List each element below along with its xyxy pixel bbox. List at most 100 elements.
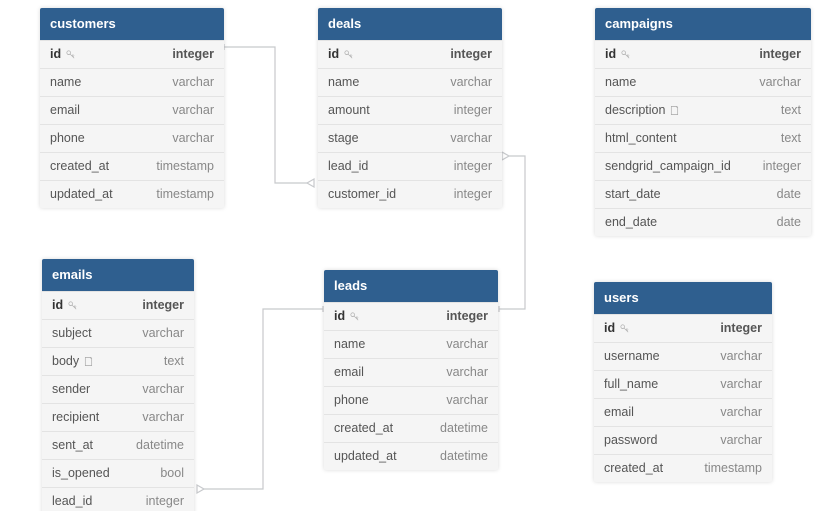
column-name-text: id	[334, 309, 345, 324]
column-type: varchar	[720, 349, 762, 364]
column-row[interactable]: password varchar	[594, 426, 772, 454]
column-row[interactable]: html_content text	[595, 124, 811, 152]
column-row[interactable]: sendervarchar	[42, 375, 194, 403]
table-header-campaigns[interactable]: campaigns	[595, 8, 811, 40]
column-row[interactable]: created_attimestamp	[40, 152, 224, 180]
column-name-text: id	[50, 47, 61, 62]
column-row[interactable]: namevarchar	[595, 68, 811, 96]
note-icon	[83, 356, 94, 367]
column-type: integer	[454, 187, 492, 202]
column-row[interactable]: id integer	[42, 291, 194, 319]
column-name-text: password	[604, 433, 658, 448]
column-row[interactable]: id integer	[40, 40, 224, 68]
column-row[interactable]: end_datedate	[595, 208, 811, 236]
column-type: text	[164, 354, 184, 369]
column-row[interactable]: stagevarchar	[318, 124, 502, 152]
column-name: name	[50, 75, 81, 90]
column-row[interactable]: name varchar	[40, 68, 224, 96]
column-row[interactable]: recipientvarchar	[42, 403, 194, 431]
table-header-deals[interactable]: deals	[318, 8, 502, 40]
column-type: timestamp	[704, 461, 762, 476]
column-row[interactable]: idinteger	[594, 314, 772, 342]
column-type: varchar	[720, 433, 762, 448]
column-row[interactable]: is_openedbool	[42, 459, 194, 487]
column-name-text: customer_id	[328, 187, 396, 202]
column-name-text: updated_at	[50, 187, 113, 202]
column-name-text: username	[604, 349, 660, 364]
column-row[interactable]: emailvarchar	[324, 358, 498, 386]
column-row[interactable]: descriptiontext	[595, 96, 811, 124]
column-name: id	[52, 298, 78, 313]
column-type: integer	[454, 159, 492, 174]
column-row[interactable]: phonevarchar	[40, 124, 224, 152]
column-name-text: description	[605, 103, 665, 118]
column-row[interactable]: idinteger	[595, 40, 811, 68]
column-type: integer	[454, 103, 492, 118]
column-row[interactable]: created_atdatetime	[324, 414, 498, 442]
column-row[interactable]: username varchar	[594, 342, 772, 370]
table-header-emails[interactable]: emails	[42, 259, 194, 291]
column-name: id	[334, 309, 360, 324]
table-header-customers[interactable]: customers	[40, 8, 224, 40]
column-name: email	[334, 365, 364, 380]
column-type: text	[781, 131, 801, 146]
table-header-users[interactable]: users	[594, 282, 772, 314]
column-name: recipient	[52, 410, 99, 425]
column-row[interactable]: lead_idinteger	[42, 487, 194, 511]
column-row[interactable]: full_namevarchar	[594, 370, 772, 398]
column-name-text: created_at	[604, 461, 663, 476]
column-type: integer	[172, 47, 214, 62]
column-row[interactable]: bodytext	[42, 347, 194, 375]
column-name-text: name	[334, 337, 365, 352]
column-row[interactable]: namevarchar	[318, 68, 502, 96]
column-type: datetime	[440, 449, 488, 464]
key-icon	[349, 311, 360, 322]
table-campaigns[interactable]: campaignsidintegernamevarchardescription…	[595, 8, 811, 236]
table-users[interactable]: usersidinteger username varchar full_nameva…	[594, 282, 772, 482]
column-name: email	[604, 405, 634, 420]
column-type: varchar	[172, 75, 214, 90]
column-row[interactable]: updated_attimestamp	[40, 180, 224, 208]
column-name-text: html_content	[605, 131, 677, 146]
column-row[interactable]: namevarchar	[324, 330, 498, 358]
column-name: password	[604, 433, 658, 448]
column-name: id	[605, 47, 631, 62]
column-row[interactable]: created_at timestamp	[594, 454, 772, 482]
column-row[interactable]: sent_atdatetime	[42, 431, 194, 459]
column-name: username	[604, 349, 660, 364]
column-row[interactable]: emailvarchar	[40, 96, 224, 124]
table-leads[interactable]: leadsidintegernamevarcharemailvarcharpho…	[324, 270, 498, 470]
table-deals[interactable]: dealsidintegernamevarcharamountintegerst…	[318, 8, 502, 208]
column-type: timestamp	[156, 159, 214, 174]
column-row[interactable]: idinteger	[318, 40, 502, 68]
column-row[interactable]: lead_idinteger	[318, 152, 502, 180]
key-icon	[620, 49, 631, 60]
column-name-text: email	[604, 405, 634, 420]
column-row[interactable]: updated_at datetime	[324, 442, 498, 470]
column-name: subject	[52, 326, 92, 341]
table-header-leads[interactable]: leads	[324, 270, 498, 302]
column-row[interactable]: idinteger	[324, 302, 498, 330]
column-name-text: sender	[52, 382, 90, 397]
column-name: created_at	[334, 421, 393, 436]
column-name-text: updated_at	[334, 449, 397, 464]
column-row[interactable]: amountinteger	[318, 96, 502, 124]
column-name: phone	[334, 393, 369, 408]
column-type: integer	[142, 298, 184, 313]
column-name-text: email	[50, 103, 80, 118]
key-icon	[67, 300, 78, 311]
column-row[interactable]: start_datedate	[595, 180, 811, 208]
column-name: created_at	[604, 461, 663, 476]
table-emails[interactable]: emailsidintegersubjectvarcharbodytextsen…	[42, 259, 194, 511]
column-name: sent_at	[52, 438, 93, 453]
column-row[interactable]: sendgrid_campaign_idinteger	[595, 152, 811, 180]
column-name: updated_at	[334, 449, 397, 464]
column-name-text: id	[328, 47, 339, 62]
column-name-text: subject	[52, 326, 92, 341]
table-customers[interactable]: customers id integer name varchar emailvarcha…	[40, 8, 224, 208]
column-name-text: id	[604, 321, 615, 336]
column-row[interactable]: customer_id integer	[318, 180, 502, 208]
column-row[interactable]: emailvarchar	[594, 398, 772, 426]
column-row[interactable]: subjectvarchar	[42, 319, 194, 347]
column-row[interactable]: phonevarchar	[324, 386, 498, 414]
